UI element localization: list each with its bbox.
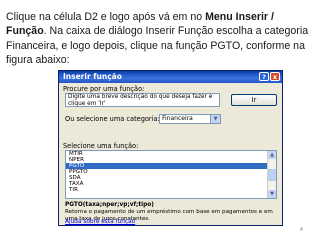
instruction-part1: Clique na célula D2 e logo após vá em no [6,11,206,23]
close-icon[interactable]: x [270,72,280,81]
category-select[interactable]: Financeira ▼ [159,114,221,124]
list-item[interactable]: TIR [66,187,276,193]
function-list[interactable]: MTIR NPER PGTO PPGTO SDA TAXA TIR ▲ ▼ [65,150,277,199]
category-value: Financeira [162,115,193,122]
go-button[interactable]: Ir [231,94,277,106]
help-link[interactable]: Ajuda sobre esta função [65,219,135,225]
function-list-label: Selecione uma função: [63,142,139,150]
search-label: Procure por uma função: [63,85,145,93]
scroll-up-icon[interactable]: ▲ [268,151,276,159]
chevron-down-icon[interactable]: ▼ [210,115,220,123]
instruction-part2: . Na caixa de diálogo Inserir Função esc… [6,25,309,67]
scroll-down-icon[interactable]: ▼ [268,190,276,198]
function-syntax: PGTO(taxa;nper;vp;vf;tipo) [65,202,154,208]
insert-function-dialog: Inserir função ? x Procure por uma funçã… [58,70,283,226]
page-number: 4 [300,227,303,233]
scroll-thumb[interactable] [268,169,276,181]
list-scrollbar[interactable]: ▲ ▼ [267,151,276,198]
category-label: Ou selecione uma categoria: [65,115,160,123]
help-icon[interactable]: ? [259,72,269,81]
dialog-title: Inserir função [63,72,122,81]
search-input[interactable]: Digite uma breve descrição do que deseja… [65,93,220,107]
dialog-titlebar: Inserir função ? x [59,71,282,83]
instruction-text: Clique na célula D2 e logo após vá em no… [6,10,316,68]
